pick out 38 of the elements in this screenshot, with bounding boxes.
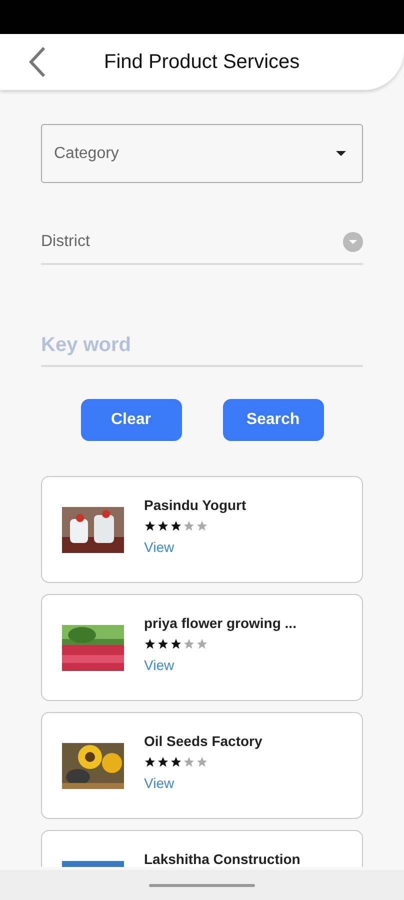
business-name: Lakshitha Construction <box>144 850 300 867</box>
star-icon <box>157 520 169 532</box>
result-card[interactable]: Pasindu Yogurt View <box>41 476 363 583</box>
star-icon <box>196 520 208 532</box>
result-card[interactable]: priya flower growing ... View <box>41 594 363 701</box>
view-link[interactable]: View <box>144 537 246 558</box>
home-indicator[interactable] <box>149 884 255 886</box>
business-name: priya flower growing ... <box>144 614 296 633</box>
result-card[interactable]: Oil Seeds Factory View <box>41 712 363 819</box>
view-link[interactable]: View <box>144 773 262 794</box>
category-placeholder: Category <box>54 144 119 164</box>
view-link[interactable]: View <box>144 655 296 676</box>
star-icon <box>183 638 195 650</box>
star-icon <box>157 756 169 768</box>
keyword-field[interactable]: Key word <box>41 325 363 367</box>
star-icon <box>144 756 156 768</box>
page-title: Find Product Services <box>104 50 300 75</box>
business-name: Pasindu Yogurt <box>144 496 246 515</box>
star-icon <box>196 756 208 768</box>
star-icon <box>144 638 156 650</box>
search-button[interactable]: Search <box>222 399 324 441</box>
star-icon <box>196 638 208 650</box>
business-name: Oil Seeds Factory <box>144 732 262 751</box>
star-icon <box>183 520 195 532</box>
district-dropdown[interactable]: District <box>41 221 363 265</box>
clear-button[interactable]: Clear <box>80 399 182 441</box>
dropdown-circle-icon <box>343 232 363 252</box>
star-icon <box>170 756 182 768</box>
dropdown-arrow-icon <box>336 151 346 156</box>
result-card[interactable]: Lakshitha Construction <box>41 830 363 867</box>
district-placeholder: District <box>41 232 90 252</box>
star-icon <box>183 756 195 768</box>
star-icon <box>157 638 169 650</box>
back-icon[interactable] <box>27 46 47 78</box>
star-icon <box>170 638 182 650</box>
star-icon <box>144 520 156 532</box>
star-icon <box>170 520 182 532</box>
category-dropdown[interactable]: Category <box>41 124 363 183</box>
